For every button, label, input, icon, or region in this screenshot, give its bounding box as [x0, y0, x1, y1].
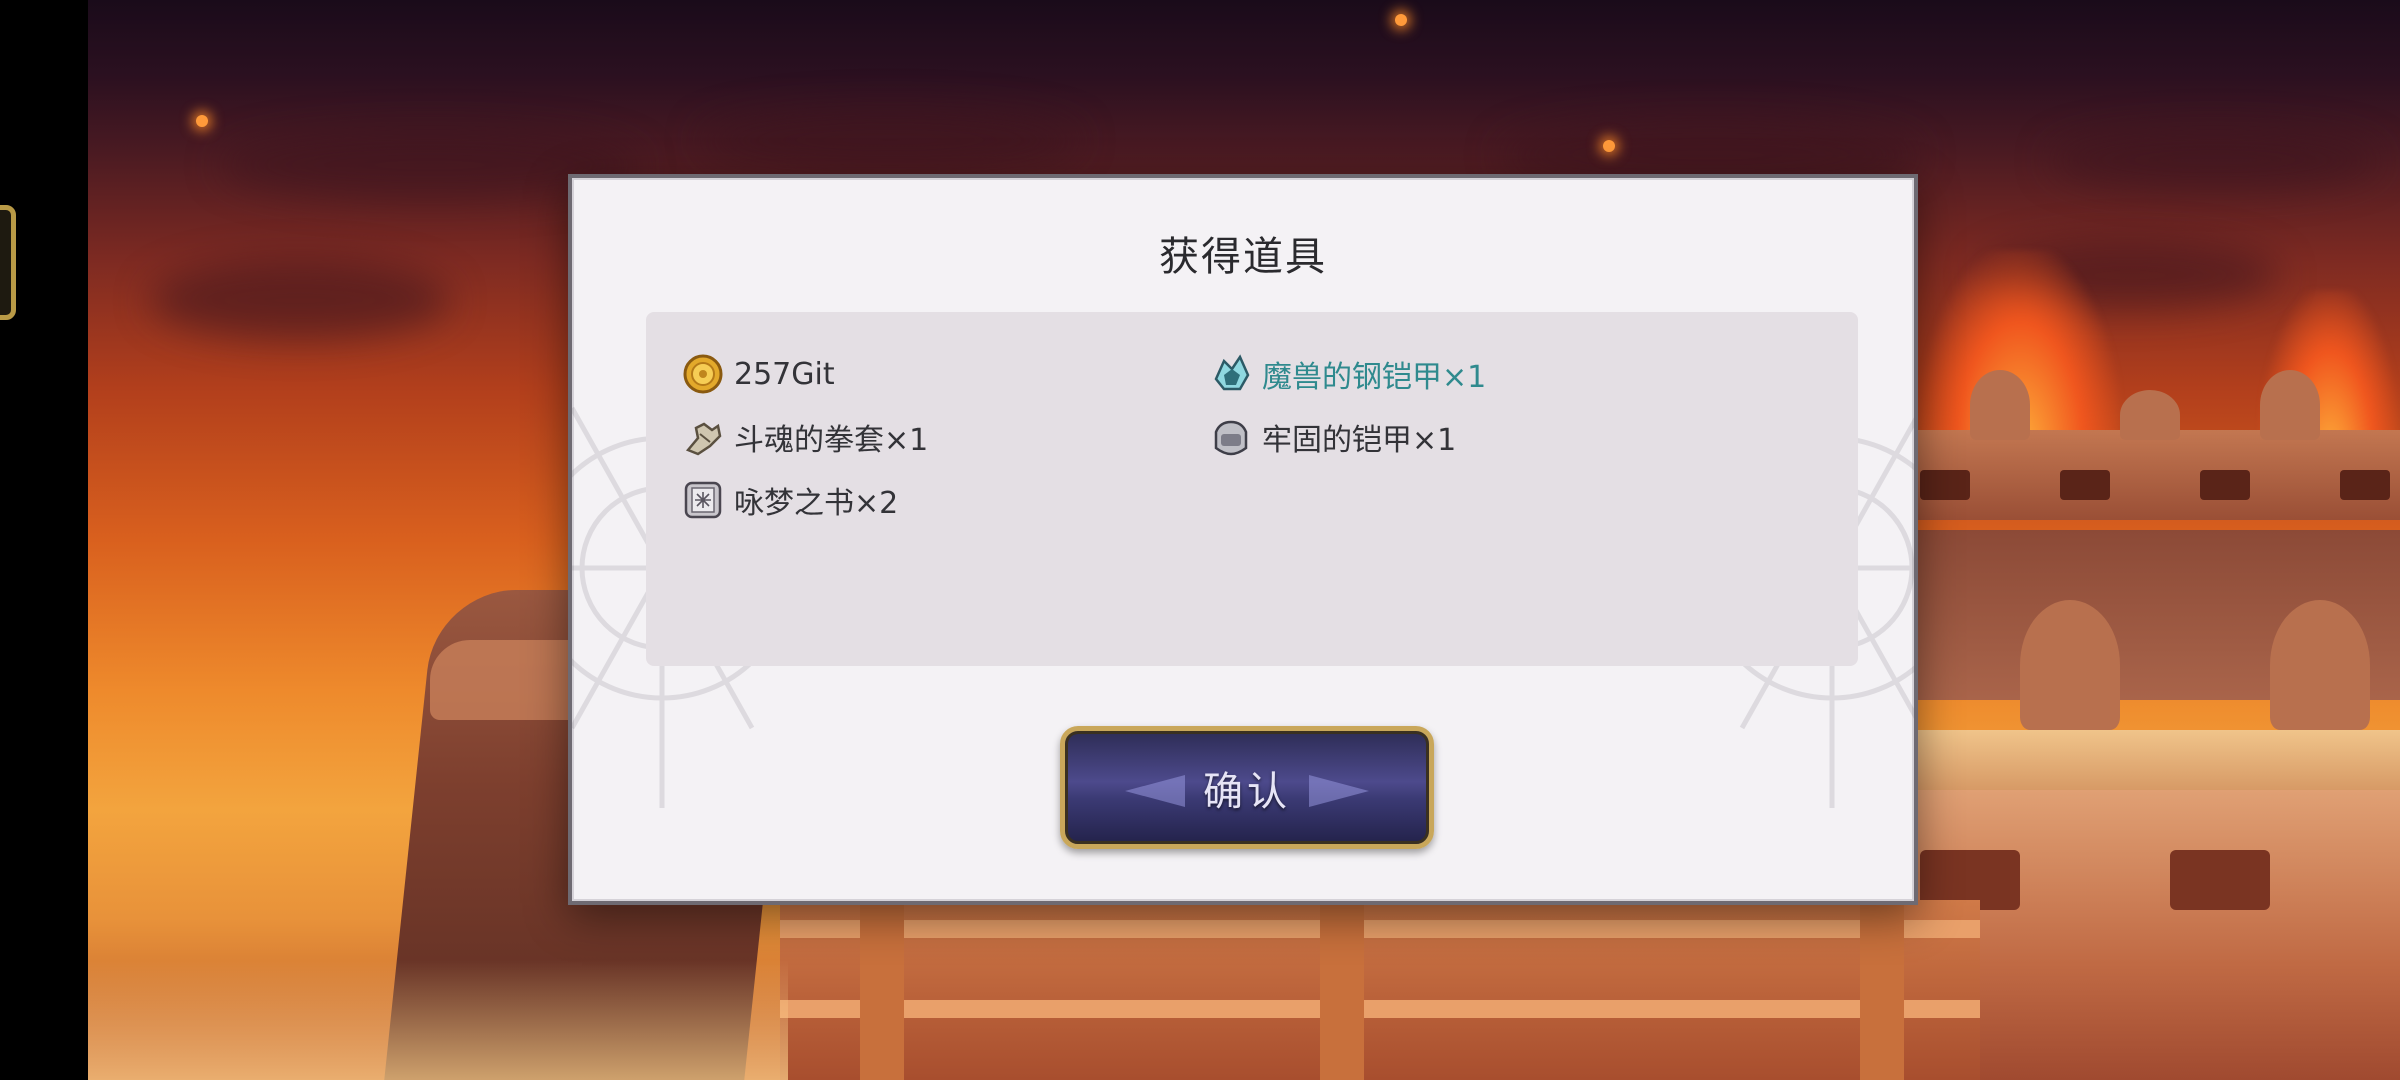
reward-dialog: 获得道具 257Git 魔兽的钢铠甲×1 斗魂的拳套×1 牢固的铠甲×1 咏梦之… [568, 174, 1918, 905]
reward-item[interactable]: 257Git [682, 349, 835, 399]
bridge-post [860, 900, 904, 1080]
reward-item-label: 魔兽的钢铠甲×1 [1262, 360, 1487, 395]
left-screen-bar [0, 0, 88, 1080]
fortress-finial [2020, 600, 2120, 730]
reward-item-label: 牢固的铠甲×1 [1262, 423, 1457, 458]
fortress-rail [1900, 730, 2400, 790]
ember [1395, 14, 1407, 26]
side-menu-tab-icon[interactable] [0, 205, 16, 320]
bridge-post [1320, 900, 1364, 1080]
background-cloud [700, 110, 1080, 170]
wall-slot [1920, 470, 1970, 500]
fortress-finial [1970, 370, 2030, 440]
dialog-title: 获得道具 [1159, 234, 1327, 280]
bridge-post [1860, 900, 1904, 1080]
background-glow [88, 960, 788, 1080]
fortress-finial [2270, 600, 2370, 730]
confirm-button[interactable]: 确认 [1060, 726, 1434, 849]
game-scene: 获得道具 257Git 魔兽的钢铠甲×1 斗魂的拳套×1 牢固的铠甲×1 咏梦之… [0, 0, 2400, 1080]
reward-item[interactable]: 咏梦之书×2 [682, 475, 898, 525]
gold-coin-icon [682, 353, 724, 395]
fortress-finial [2260, 370, 2320, 440]
confirm-button-label: 确认 [1203, 768, 1291, 815]
book-icon [682, 479, 724, 521]
ember [196, 115, 208, 127]
reward-item[interactable]: 魔兽的钢铠甲×1 [1210, 349, 1486, 399]
steel-armor-icon [1210, 416, 1252, 458]
reward-item[interactable]: 斗魂的拳套×1 [682, 412, 928, 462]
wall-slot [2200, 470, 2250, 500]
bridge-beam [780, 1000, 1980, 1018]
reward-item-label: 257Git [734, 356, 835, 392]
fortress-wall [1900, 430, 2400, 520]
wall-slot [2340, 470, 2390, 500]
background-bridge [780, 900, 1980, 1080]
gauntlet-icon [682, 416, 724, 458]
reward-item-label: 斗魂的拳套×1 [734, 423, 929, 458]
background-cloud [2050, 130, 2380, 190]
wall-slot [2170, 850, 2270, 910]
reward-items-panel: 257Git 魔兽的钢铠甲×1 斗魂的拳套×1 牢固的铠甲×1 咏梦之书×2 [646, 312, 1858, 666]
ember [1603, 140, 1615, 152]
background-cloud [150, 260, 450, 340]
fortress-finial [2120, 390, 2180, 440]
reward-item[interactable]: 牢固的铠甲×1 [1210, 412, 1456, 462]
crystal-armor-icon [1210, 353, 1252, 395]
reward-item-label: 咏梦之书×2 [734, 486, 899, 521]
wall-slot [2060, 470, 2110, 500]
bridge-beam [780, 920, 1980, 938]
